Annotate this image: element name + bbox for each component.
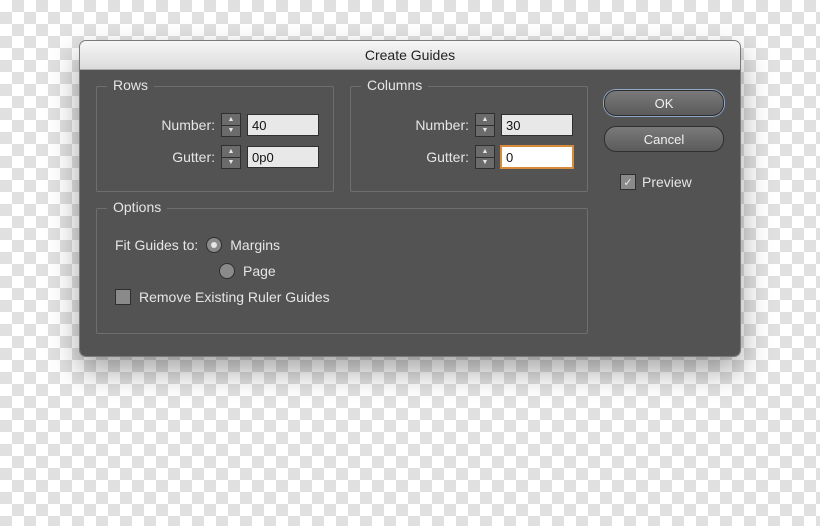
ok-label: OK xyxy=(655,96,674,111)
rows-group: Rows Number: ▲ ▼ Gutter: ▲ ▼ xyxy=(96,86,334,192)
columns-gutter-label: Gutter: xyxy=(426,149,469,165)
rows-gutter-stepper[interactable]: ▲ ▼ xyxy=(221,145,241,169)
columns-gutter-stepper[interactable]: ▲ ▼ xyxy=(475,145,495,169)
page-label[interactable]: Page xyxy=(243,263,276,279)
stepper-up-icon[interactable]: ▲ xyxy=(476,146,494,158)
stepper-up-icon[interactable]: ▲ xyxy=(222,114,240,126)
rows-gutter-row: Gutter: ▲ ▼ xyxy=(111,145,319,169)
ok-button[interactable]: OK xyxy=(604,90,724,116)
columns-gutter-row: Gutter: ▲ ▼ xyxy=(365,145,573,169)
radio-margins[interactable] xyxy=(206,237,222,253)
margins-label[interactable]: Margins xyxy=(230,237,280,253)
fit-guides-label: Fit Guides to: xyxy=(115,237,198,253)
stepper-down-icon[interactable]: ▼ xyxy=(222,158,240,169)
stepper-down-icon[interactable]: ▼ xyxy=(476,158,494,169)
columns-number-row: Number: ▲ ▼ xyxy=(365,113,573,137)
columns-number-input[interactable] xyxy=(501,114,573,136)
rows-legend: Rows xyxy=(107,77,154,93)
remove-guides-checkbox[interactable] xyxy=(115,289,131,305)
columns-legend: Columns xyxy=(361,77,428,93)
titlebar: Create Guides xyxy=(80,41,740,70)
fit-guides-row: Fit Guides to: Margins xyxy=(115,237,573,253)
fit-page-row: Page xyxy=(219,263,573,279)
preview-label[interactable]: Preview xyxy=(642,174,692,190)
rows-number-stepper[interactable]: ▲ ▼ xyxy=(221,113,241,137)
rows-gutter-input[interactable] xyxy=(247,146,319,168)
columns-group: Columns Number: ▲ ▼ Gutter: ▲ ▼ xyxy=(350,86,588,192)
preview-checkbox[interactable]: ✓ xyxy=(620,174,636,190)
columns-number-stepper[interactable]: ▲ ▼ xyxy=(475,113,495,137)
radio-page[interactable] xyxy=(219,263,235,279)
cancel-button[interactable]: Cancel xyxy=(604,126,724,152)
options-legend: Options xyxy=(107,199,167,215)
left-column: Rows Number: ▲ ▼ Gutter: ▲ ▼ xyxy=(96,86,588,334)
remove-guides-label[interactable]: Remove Existing Ruler Guides xyxy=(139,289,330,305)
cancel-label: Cancel xyxy=(644,132,684,147)
remove-guides-row: Remove Existing Ruler Guides xyxy=(115,289,573,305)
stepper-down-icon[interactable]: ▼ xyxy=(222,126,240,137)
columns-gutter-input[interactable] xyxy=(501,146,573,168)
dialog-title: Create Guides xyxy=(365,47,455,63)
right-column: OK Cancel ✓ Preview xyxy=(604,86,724,334)
rows-gutter-label: Gutter: xyxy=(172,149,215,165)
create-guides-dialog: Create Guides Rows Number: ▲ ▼ Gutter xyxy=(79,40,741,357)
options-group: Options Fit Guides to: Margins Page Remo… xyxy=(96,208,588,334)
stepper-down-icon[interactable]: ▼ xyxy=(476,126,494,137)
stepper-up-icon[interactable]: ▲ xyxy=(476,114,494,126)
stepper-up-icon[interactable]: ▲ xyxy=(222,146,240,158)
rows-number-row: Number: ▲ ▼ xyxy=(111,113,319,137)
rows-number-input[interactable] xyxy=(247,114,319,136)
rows-columns-row: Rows Number: ▲ ▼ Gutter: ▲ ▼ xyxy=(96,86,588,192)
rows-number-label: Number: xyxy=(161,117,215,133)
dialog-body: Rows Number: ▲ ▼ Gutter: ▲ ▼ xyxy=(80,70,740,356)
preview-row: ✓ Preview xyxy=(620,174,724,190)
columns-number-label: Number: xyxy=(415,117,469,133)
